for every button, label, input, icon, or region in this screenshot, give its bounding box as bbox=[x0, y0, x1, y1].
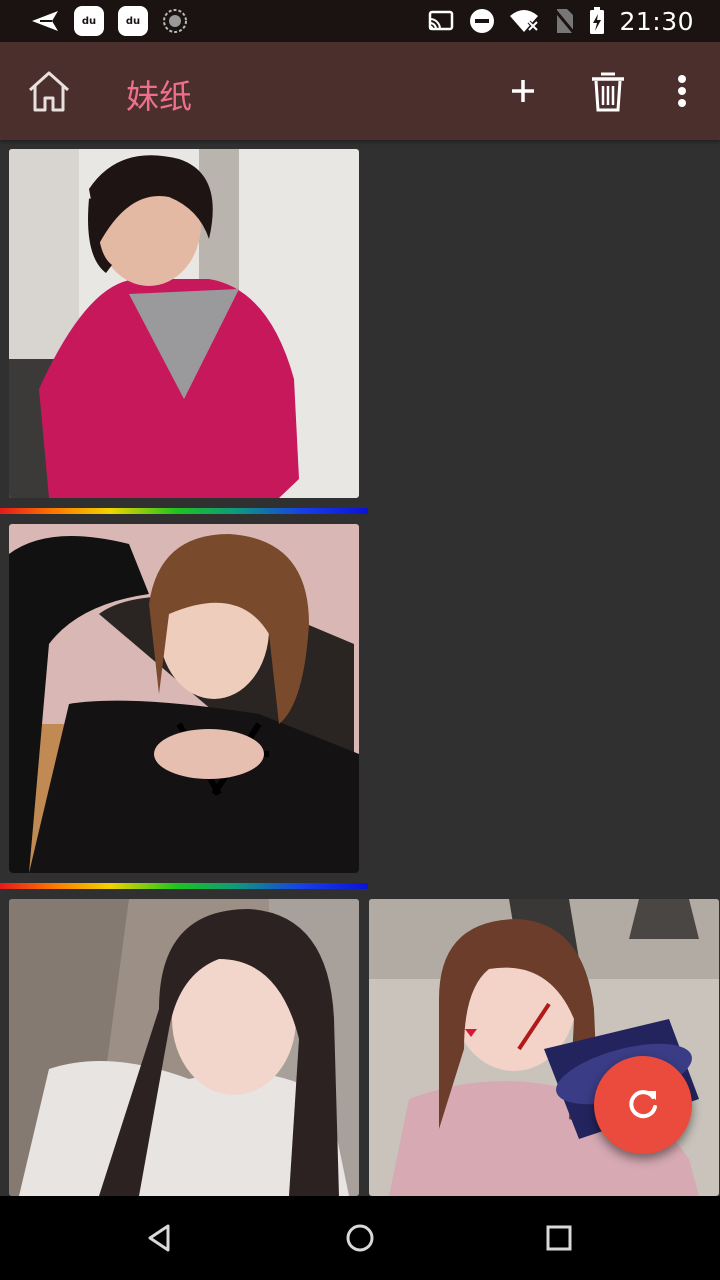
photo-thumbnail-2[interactable] bbox=[9, 524, 359, 873]
refresh-icon bbox=[629, 1090, 657, 1119]
du-app-icon: du bbox=[74, 6, 104, 36]
du-label: du bbox=[125, 15, 141, 27]
back-icon[interactable] bbox=[140, 1218, 180, 1258]
sync-icon bbox=[163, 9, 187, 33]
navigation-bar bbox=[0, 1196, 720, 1280]
status-right-icons: 21:30 bbox=[427, 0, 694, 42]
status-bar: du du 21:30 bbox=[0, 0, 720, 42]
photo-thumbnail-icon bbox=[9, 149, 359, 498]
battery-charging-icon bbox=[590, 7, 605, 34]
photo-thumbnail-icon bbox=[9, 899, 359, 1196]
status-time: 21:30 bbox=[619, 6, 694, 36]
photo-thumbnail-icon bbox=[9, 524, 359, 873]
photo-thumbnail-1[interactable] bbox=[9, 149, 359, 498]
du-label: du bbox=[81, 15, 97, 27]
photo-thumbnail-icon bbox=[369, 899, 719, 1196]
more-options-icon[interactable] bbox=[664, 66, 700, 116]
progress-divider bbox=[0, 508, 368, 514]
photo-thumbnail-3[interactable] bbox=[9, 899, 359, 1196]
refresh-button[interactable] bbox=[594, 1056, 692, 1154]
home-icon[interactable] bbox=[24, 68, 74, 114]
home-circle-icon[interactable] bbox=[340, 1218, 380, 1258]
app-bar: 妹纸 bbox=[0, 42, 720, 140]
wifi-off-icon bbox=[510, 10, 539, 32]
cast-icon bbox=[429, 10, 454, 31]
recents-icon[interactable] bbox=[539, 1218, 579, 1258]
delete-icon[interactable] bbox=[583, 66, 633, 116]
progress-divider bbox=[0, 883, 368, 889]
add-icon[interactable] bbox=[498, 66, 548, 116]
send-icon bbox=[32, 11, 58, 31]
du-app-icon: du bbox=[118, 6, 148, 36]
no-sim-icon bbox=[553, 8, 576, 34]
photo-thumbnail-4[interactable] bbox=[369, 899, 719, 1196]
status-left-icons: du du bbox=[30, 0, 188, 42]
page-title: 妹纸 bbox=[126, 77, 192, 116]
do-not-disturb-icon bbox=[470, 9, 495, 33]
